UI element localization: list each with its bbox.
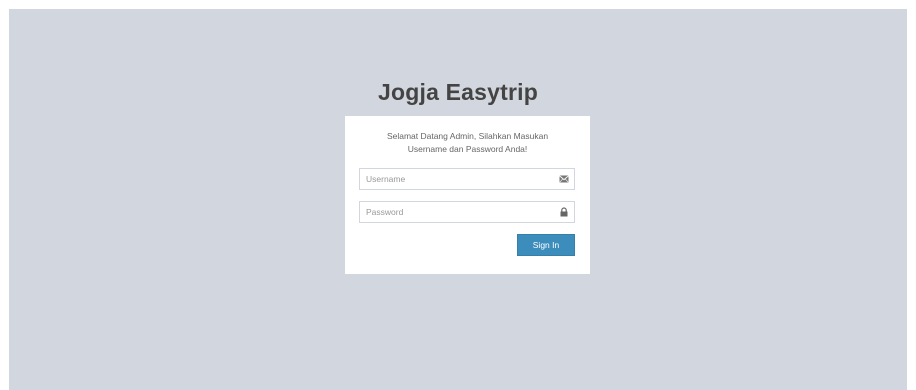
form-actions: Sign In	[359, 234, 575, 256]
username-field-group	[359, 168, 575, 190]
username-input[interactable]	[359, 168, 575, 190]
login-box: Selamat Datang Admin, Silahkan Masukan U…	[345, 116, 590, 274]
password-input[interactable]	[359, 201, 575, 223]
lock-icon	[560, 207, 568, 217]
login-form: Sign In	[359, 168, 576, 256]
login-page: Jogja Easytrip Selamat Datang Admin, Sil…	[9, 9, 907, 390]
login-message: Selamat Datang Admin, Silahkan Masukan U…	[386, 131, 549, 154]
envelope-icon	[559, 175, 569, 183]
sign-in-button[interactable]: Sign In	[517, 234, 575, 256]
app-title: Jogja Easytrip	[377, 79, 539, 105]
password-field-group	[359, 201, 575, 223]
